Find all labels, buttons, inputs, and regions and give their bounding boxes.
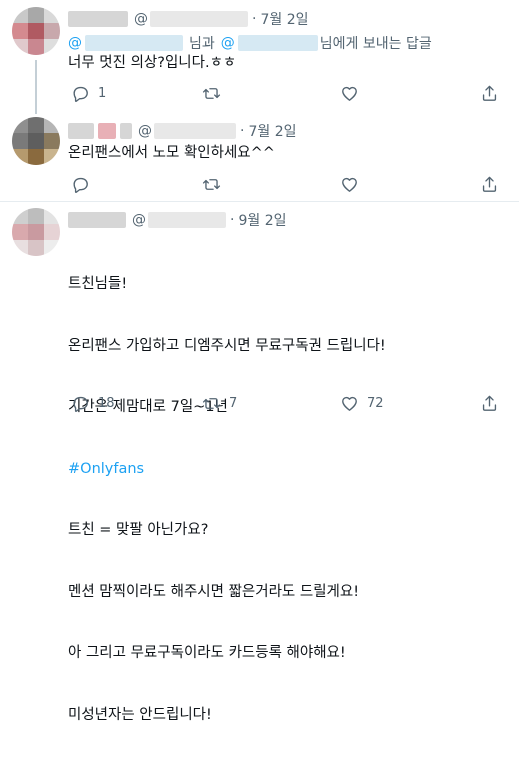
tweet-line: 트친 = 맞팔 아닌가요? xyxy=(68,522,209,538)
retweet-button[interactable] xyxy=(202,84,229,103)
handle-at: @ xyxy=(138,123,152,139)
tweet-line: 온리팬스에서 노모 확인하세요^^ xyxy=(68,145,275,161)
display-name-redacted[interactable] xyxy=(68,11,128,27)
reply-context-and: 님과 xyxy=(189,36,215,52)
handle-at: @ xyxy=(134,11,148,27)
retweet-icon xyxy=(202,87,221,99)
reply-icon xyxy=(73,86,88,102)
reply-icon xyxy=(73,396,88,412)
reply-button[interactable]: 18 xyxy=(71,394,115,413)
hashtag-link[interactable]: #Onlyfans xyxy=(68,459,386,480)
tweet-line: 미성년자는 안드립니다! xyxy=(68,706,212,723)
tweet-date[interactable]: 7월 2일 xyxy=(260,9,308,29)
tweet-actions xyxy=(68,173,498,195)
tweet-line: 너무 멋진 의상?입니다.ㅎㅎ xyxy=(68,55,237,71)
avatar[interactable] xyxy=(12,208,60,256)
share-button[interactable] xyxy=(480,394,499,413)
tweet-line: 트친님들! xyxy=(68,276,128,292)
tweet-line: 멘션 맘찍이라도 해주시면 짧은거라도 드릴게요! xyxy=(68,583,360,600)
separator-dot: · xyxy=(240,123,245,139)
like-button[interactable] xyxy=(340,84,367,103)
mention-at[interactable]: @ xyxy=(68,35,82,51)
mention-redacted[interactable] xyxy=(237,35,318,51)
avatar[interactable] xyxy=(12,7,60,55)
share-button[interactable] xyxy=(480,175,499,194)
display-name-redacted xyxy=(120,123,132,139)
heart-icon xyxy=(342,86,357,101)
reply-context: @ 님과 @ 님에게 보내는 답글 xyxy=(68,33,432,53)
display-name-redacted[interactable] xyxy=(68,212,126,228)
reply-button[interactable]: 1 xyxy=(71,84,106,103)
handle-at: @ xyxy=(132,212,146,228)
tweet-date[interactable]: 9월 2일 xyxy=(238,210,286,230)
tweet-date[interactable]: 7월 2일 xyxy=(248,121,296,141)
share-button[interactable] xyxy=(480,84,499,103)
display-name-emoji-redacted xyxy=(98,123,116,139)
like-button[interactable]: 72 xyxy=(340,394,384,413)
tweet[interactable]: @ · 9월 2일 트친님들! 온리팬스 가입하고 디엠주시면 무료구독권 드립… xyxy=(0,203,519,723)
retweet-count: 7 xyxy=(229,395,238,411)
mention-redacted[interactable] xyxy=(85,35,183,51)
avatar[interactable] xyxy=(12,117,60,165)
reply-count: 18 xyxy=(98,395,115,411)
display-name-redacted[interactable] xyxy=(68,123,94,139)
like-button[interactable] xyxy=(340,175,367,194)
retweet-button[interactable] xyxy=(202,175,229,194)
tweet-header: @ · 7월 2일 xyxy=(68,9,308,29)
tweet-actions: 18 7 72 xyxy=(68,392,498,414)
like-count: 72 xyxy=(367,395,384,411)
share-icon xyxy=(482,85,497,101)
tweet[interactable]: @ · 7월 2일 @ 님과 @ 님에게 보내는 답글 너무 멋진 의상?입니다… xyxy=(0,0,519,114)
tweet-line: 아 그리고 무료구독이라도 카드등록 해야해요! xyxy=(68,645,346,661)
heart-icon xyxy=(342,177,357,192)
tweet-actions: 1 xyxy=(68,82,498,104)
thread-line xyxy=(35,60,37,114)
reply-count: 1 xyxy=(98,85,107,101)
share-icon xyxy=(482,176,497,192)
username-redacted[interactable] xyxy=(154,123,236,139)
reply-context-suffix: 님에게 보내는 답글 xyxy=(319,36,432,52)
reply-button[interactable] xyxy=(71,175,98,194)
separator-dot: · xyxy=(230,212,235,228)
retweet-icon xyxy=(202,397,221,409)
username-redacted[interactable] xyxy=(150,11,248,27)
separator-dot: · xyxy=(252,11,257,27)
retweet-button[interactable]: 7 xyxy=(202,394,237,413)
tweet-text: 너무 멋진 의상?입니다.ㅎㅎ xyxy=(68,53,236,74)
tweet-header: @ · 7월 2일 xyxy=(68,121,296,141)
mention-at[interactable]: @ xyxy=(221,35,235,51)
tweet-text: 트친님들! 온리팬스 가입하고 디엠주시면 무료구독권 드립니다! 기간은 제맘… xyxy=(68,233,386,766)
tweet-header: @ · 9월 2일 xyxy=(68,210,286,230)
tweet[interactable]: @ · 7월 2일 온리팬스에서 노모 확인하세요^^ xyxy=(0,110,519,202)
tweet-text: 온리팬스에서 노모 확인하세요^^ xyxy=(68,143,275,164)
reply-icon xyxy=(73,177,88,193)
retweet-icon xyxy=(202,178,221,190)
tweet-line: 온리팬스 가입하고 디엠주시면 무료구독권 드립니다! xyxy=(68,337,386,354)
username-redacted[interactable] xyxy=(148,212,226,228)
share-icon xyxy=(482,395,497,411)
heart-icon xyxy=(342,396,357,411)
